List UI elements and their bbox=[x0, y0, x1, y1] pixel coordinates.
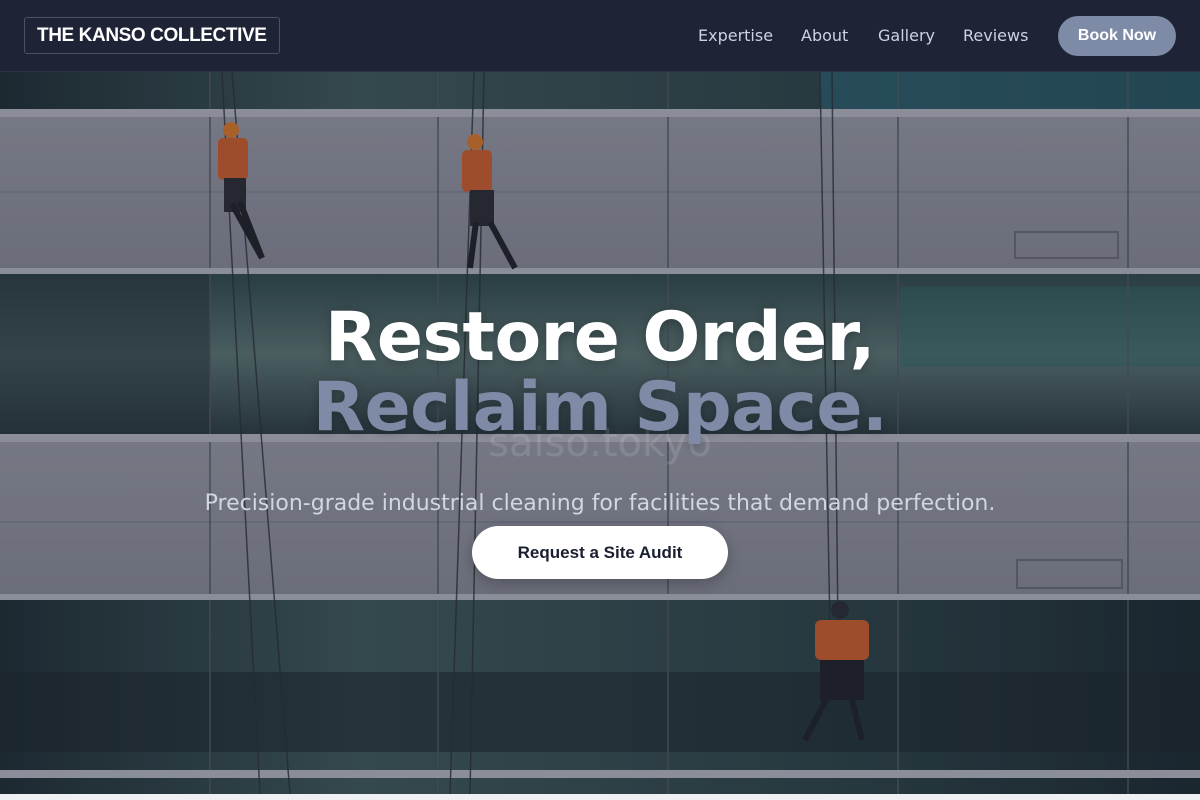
request-site-audit-button[interactable]: Request a Site Audit bbox=[472, 526, 728, 579]
nav-link-gallery[interactable]: Gallery bbox=[878, 26, 935, 46]
next-section-edge bbox=[0, 794, 1200, 800]
hero-content: Restore Order, saiso.tokyo Reclaim Space… bbox=[0, 72, 1200, 794]
brand-logo[interactable]: THE KANSO COLLECTIVE bbox=[24, 17, 280, 54]
nav-link-about[interactable]: About bbox=[801, 26, 848, 46]
book-now-button[interactable]: Book Now bbox=[1058, 16, 1176, 56]
nav-link-reviews[interactable]: Reviews bbox=[963, 26, 1028, 46]
hero-section: Restore Order, saiso.tokyo Reclaim Space… bbox=[0, 72, 1200, 794]
nav-link-expertise[interactable]: Expertise bbox=[698, 26, 773, 46]
hero-subtitle: Precision-grade industrial cleaning for … bbox=[204, 491, 996, 516]
hero-headline-line2: Reclaim Space. bbox=[312, 368, 888, 447]
hero-headline-line1: Restore Order, bbox=[324, 298, 876, 377]
top-navigation-bar: THE KANSO COLLECTIVE Expertise About Gal… bbox=[0, 0, 1200, 72]
